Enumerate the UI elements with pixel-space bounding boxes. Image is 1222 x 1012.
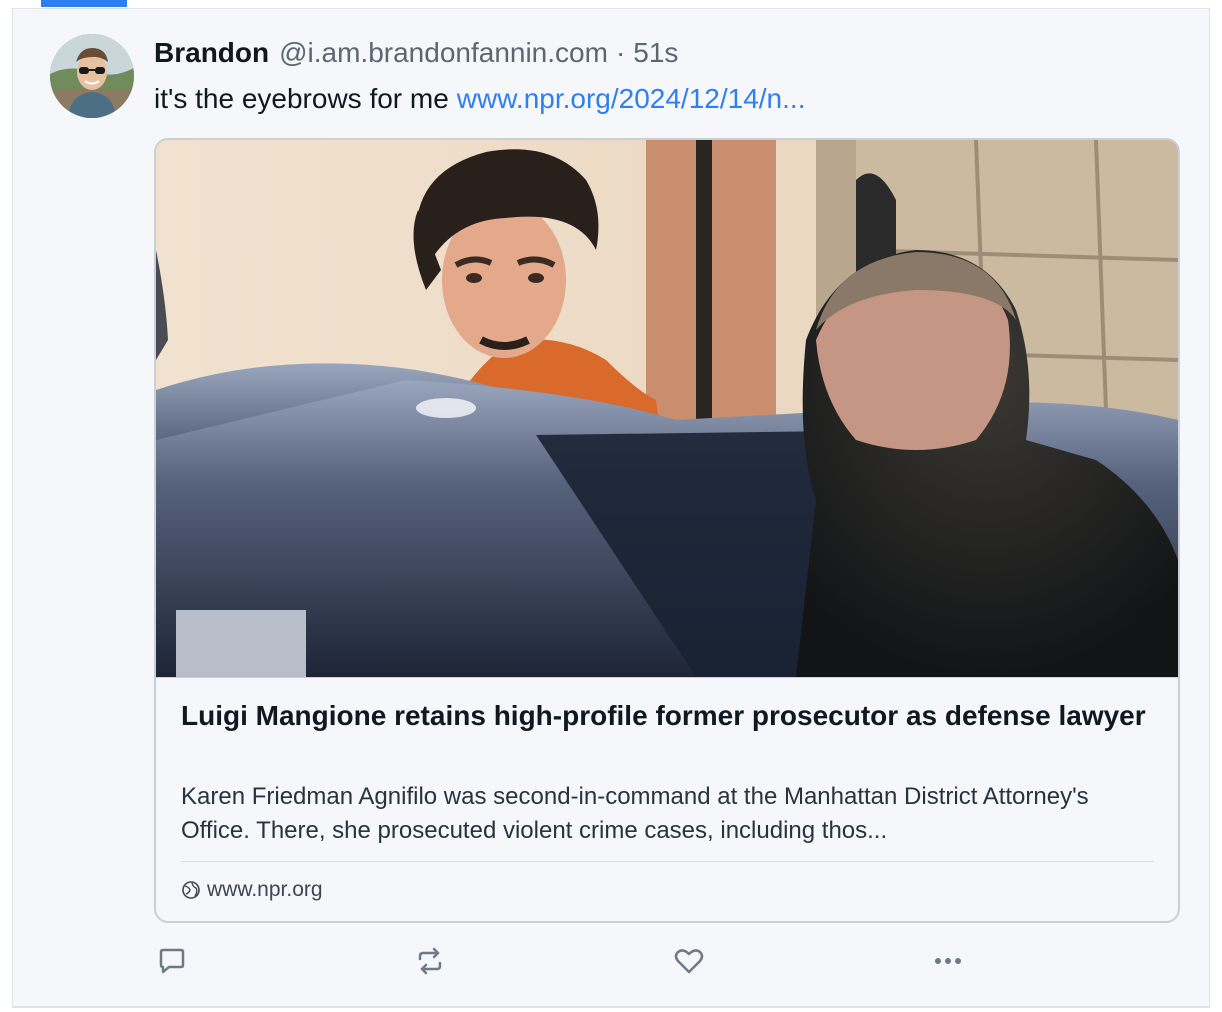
active-tab-indicator	[41, 0, 127, 7]
reply-icon	[156, 945, 188, 982]
avatar[interactable]	[50, 34, 134, 118]
repost-button[interactable]	[412, 945, 448, 981]
repost-icon	[414, 945, 446, 982]
globe-icon	[181, 880, 201, 900]
link-card[interactable]: Luigi Mangione retains high-profile form…	[154, 138, 1180, 923]
post-body: it's the eyebrows for me www.npr.org/2024…	[154, 83, 805, 115]
header-separator: ·	[615, 37, 626, 68]
heart-icon	[673, 945, 705, 982]
post-actions	[154, 945, 974, 981]
link-card-image	[156, 140, 1178, 678]
link-card-divider	[181, 861, 1154, 862]
link-card-description: Karen Friedman Agnifilo was second-in-co…	[181, 783, 1089, 844]
like-button[interactable]	[671, 945, 707, 981]
more-icon	[930, 945, 966, 982]
post-timestamp[interactable]: 51s	[633, 37, 678, 69]
post-text: it's the eyebrows for me	[154, 83, 449, 114]
author-handle[interactable]: @i.am.brandonfannin.com	[279, 37, 608, 69]
link-card-domain-text: www.npr.org	[207, 878, 323, 901]
more-button[interactable]	[930, 945, 966, 981]
feed-post[interactable]: Brandon @i.am.brandonfannin.com · 51s it…	[12, 8, 1210, 1008]
link-card-domain: www.npr.org	[181, 878, 323, 902]
link-card-title: Luigi Mangione retains high-profile form…	[181, 700, 1146, 731]
post-link[interactable]: www.npr.org/2024/12/14/n...	[457, 83, 806, 114]
post-header: Brandon @i.am.brandonfannin.com · 51s	[154, 37, 678, 73]
reply-button[interactable]	[154, 945, 190, 981]
author-name[interactable]: Brandon	[154, 37, 269, 69]
